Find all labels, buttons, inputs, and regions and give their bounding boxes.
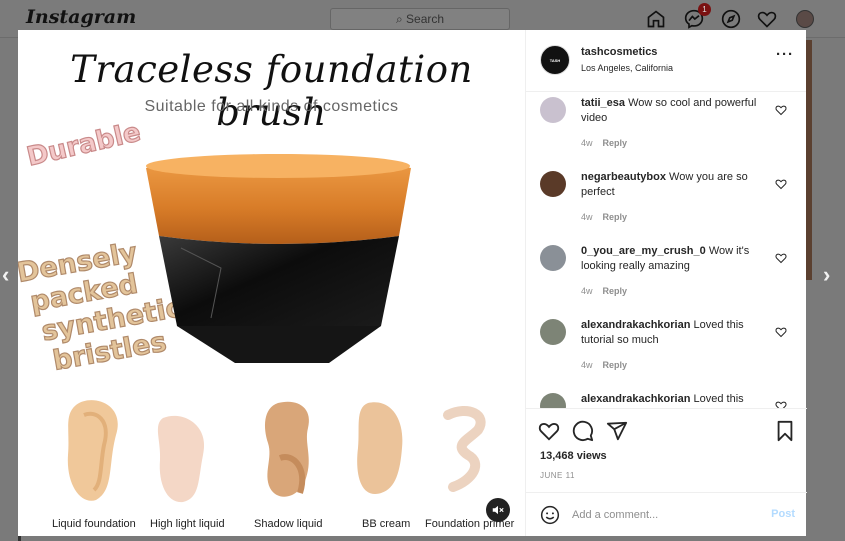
search-placeholder: Search bbox=[406, 12, 445, 26]
commenter-avatar[interactable] bbox=[540, 393, 566, 408]
activity-heart-icon[interactable] bbox=[756, 8, 778, 30]
commenter-username[interactable]: alexandrakachkorian bbox=[581, 319, 690, 331]
like-comment-heart-icon[interactable] bbox=[775, 104, 787, 116]
instagram-logo[interactable]: Instagram bbox=[26, 6, 136, 28]
post-sidebar: TASH tashcosmetics Los Angeles, Californ… bbox=[525, 30, 807, 536]
commenter-avatar[interactable] bbox=[540, 97, 566, 123]
account-name-link[interactable]: tashcosmetics bbox=[581, 46, 657, 58]
mute-icon bbox=[492, 505, 504, 515]
post-modal: Traceless foundation brush Suitable for … bbox=[18, 30, 807, 536]
comment-meta: 4w Reply bbox=[581, 360, 637, 370]
swatch-label: BB cream bbox=[362, 518, 411, 530]
post-location-link[interactable]: Los Angeles, California bbox=[581, 63, 673, 73]
notification-badge: 1 bbox=[698, 3, 711, 16]
previous-post-arrow-icon[interactable]: ‹ bbox=[2, 262, 9, 288]
messenger-icon[interactable]: 1 bbox=[683, 3, 711, 30]
avatar-logo-text: TASH bbox=[549, 57, 561, 63]
swatch-label: Liquid foundation bbox=[52, 518, 136, 530]
profile-avatar[interactable] bbox=[794, 8, 816, 30]
comment-meta: 4w Reply bbox=[581, 212, 637, 222]
comment-meta: 4w Reply bbox=[581, 138, 637, 148]
more-options-icon[interactable]: ··· bbox=[776, 46, 794, 63]
commenter-avatar[interactable] bbox=[540, 245, 566, 271]
swatch-bb-cream bbox=[357, 402, 403, 494]
swatch-label: High light liquid bbox=[150, 518, 225, 530]
emoji-icon[interactable] bbox=[540, 505, 560, 525]
commenter-avatar[interactable] bbox=[540, 319, 566, 345]
avatar bbox=[796, 10, 814, 28]
comment-item: alexandrakachkorian Loved this bbox=[526, 390, 807, 408]
commenter-username[interactable]: tatii_esa bbox=[581, 97, 625, 109]
next-post-arrow-icon[interactable]: › bbox=[823, 262, 830, 288]
bookmark-icon[interactable] bbox=[774, 420, 796, 442]
mute-button[interactable] bbox=[486, 498, 510, 522]
comment-text: tatii_esa Wow so cool and powerful video bbox=[581, 96, 766, 126]
post-header: TASH tashcosmetics Los Angeles, Californ… bbox=[526, 30, 806, 92]
post-actions: 13,468 views JUNE 11 bbox=[526, 408, 807, 488]
comment-icon[interactable] bbox=[572, 420, 594, 442]
reply-button[interactable]: Reply bbox=[603, 286, 628, 296]
add-comment-input[interactable] bbox=[572, 505, 752, 525]
share-icon[interactable] bbox=[606, 420, 628, 442]
commenter-username[interactable]: alexandrakachkorian bbox=[581, 393, 690, 405]
comment-item: tatii_esa Wow so cool and powerful video… bbox=[526, 94, 807, 168]
comment-text: negarbeautybox Wow you are so perfect bbox=[581, 170, 766, 200]
comment-body: Loved this bbox=[693, 393, 744, 405]
swatch-foundation-primer bbox=[443, 406, 486, 492]
swatch-highlight-liquid bbox=[157, 415, 205, 503]
swatch-shadow-liquid bbox=[265, 401, 309, 497]
search-input[interactable]: ⌕ Search bbox=[330, 8, 510, 30]
reply-button[interactable]: Reply bbox=[603, 360, 628, 370]
like-comment-heart-icon[interactable] bbox=[775, 178, 787, 190]
reply-button[interactable]: Reply bbox=[603, 212, 628, 222]
comment-age: 4w bbox=[581, 286, 593, 296]
like-comment-heart-icon[interactable] bbox=[775, 252, 787, 264]
explore-icon[interactable] bbox=[720, 8, 742, 30]
post-comment-button[interactable]: Post bbox=[771, 508, 795, 520]
promo-subtitle: Suitable for all kinds of cosmetics bbox=[144, 98, 399, 115]
promo-title: Traceless foundation brush bbox=[70, 48, 473, 134]
swatch-liquid-foundation bbox=[67, 400, 118, 501]
commenter-username[interactable]: negarbeautybox bbox=[581, 171, 666, 183]
comment-age: 4w bbox=[581, 360, 593, 370]
comment-age: 4w bbox=[581, 138, 593, 148]
like-heart-icon[interactable] bbox=[538, 420, 560, 442]
reply-button[interactable]: Reply bbox=[603, 138, 628, 148]
commenter-avatar[interactable] bbox=[540, 171, 566, 197]
comment-item: 0_you_are_my_crush_0 Wow it's looking re… bbox=[526, 242, 807, 316]
like-comment-heart-icon[interactable] bbox=[775, 326, 787, 338]
foundation-brush-image bbox=[146, 154, 411, 363]
comments-list[interactable]: tatii_esa Wow so cool and powerful video… bbox=[526, 92, 807, 408]
comment-text: alexandrakachkorian Loved this tutorial … bbox=[581, 318, 766, 348]
comment-age: 4w bbox=[581, 212, 593, 222]
comment-item: alexandrakachkorian Loved this tutorial … bbox=[526, 316, 807, 390]
home-icon[interactable] bbox=[645, 8, 667, 30]
commenter-username[interactable]: 0_you_are_my_crush_0 bbox=[581, 245, 706, 257]
post-date[interactable]: JUNE 11 bbox=[540, 471, 575, 480]
like-comment-heart-icon[interactable] bbox=[775, 400, 787, 408]
view-count[interactable]: 13,468 views bbox=[540, 450, 607, 462]
post-video[interactable]: Traceless foundation brush Suitable for … bbox=[18, 30, 525, 536]
comment-text: alexandrakachkorian Loved this bbox=[581, 392, 766, 407]
comment-item: negarbeautybox Wow you are so perfect 4w… bbox=[526, 168, 807, 242]
swatch-label: Shadow liquid bbox=[254, 518, 323, 530]
comment-meta: 4w Reply bbox=[581, 286, 637, 296]
comment-text: 0_you_are_my_crush_0 Wow it's looking re… bbox=[581, 244, 766, 274]
add-comment-bar: Post bbox=[526, 492, 807, 536]
account-avatar[interactable]: TASH bbox=[540, 45, 570, 75]
